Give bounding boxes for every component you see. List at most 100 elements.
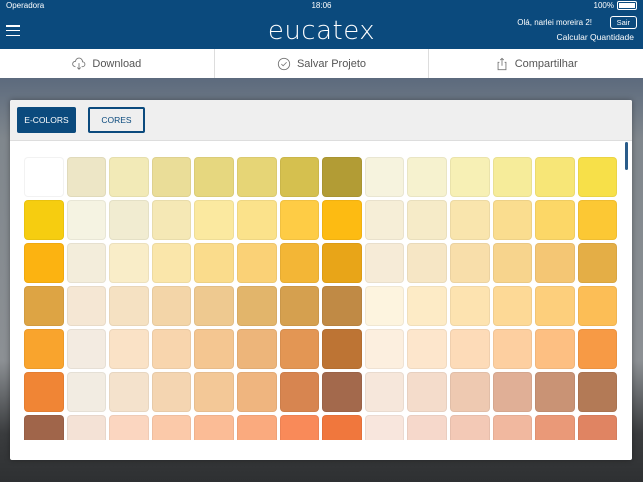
color-swatch[interactable]	[577, 200, 618, 240]
color-swatch[interactable]	[236, 200, 277, 240]
color-swatch[interactable]	[24, 200, 64, 240]
scrollbar[interactable]	[625, 142, 628, 170]
color-swatch[interactable]	[151, 415, 192, 440]
color-swatch[interactable]	[407, 243, 447, 283]
color-swatch[interactable]	[194, 329, 234, 369]
color-swatch[interactable]	[407, 200, 447, 240]
color-swatch[interactable]	[364, 372, 405, 412]
color-swatch[interactable]	[577, 157, 618, 197]
color-swatch[interactable]	[151, 157, 192, 197]
color-swatch[interactable]	[322, 415, 362, 440]
color-swatch[interactable]	[151, 200, 192, 240]
color-swatch[interactable]	[364, 415, 405, 440]
color-swatch[interactable]	[279, 200, 320, 240]
color-swatch[interactable]	[577, 329, 618, 369]
color-swatch[interactable]	[279, 372, 320, 412]
color-swatch[interactable]	[577, 243, 618, 283]
color-swatch[interactable]	[322, 372, 362, 412]
color-swatch[interactable]	[364, 243, 405, 283]
color-swatch[interactable]	[322, 329, 362, 369]
tab-cores[interactable]: CORES	[88, 107, 145, 133]
color-swatch[interactable]	[66, 415, 107, 440]
color-swatch[interactable]	[449, 286, 490, 326]
color-swatch[interactable]	[322, 243, 362, 283]
color-swatch[interactable]	[24, 286, 64, 326]
download-button[interactable]: Download	[0, 49, 215, 78]
color-swatch[interactable]	[407, 329, 447, 369]
color-swatch[interactable]	[109, 415, 149, 440]
color-swatch[interactable]	[449, 372, 490, 412]
color-swatch[interactable]	[194, 415, 234, 440]
color-swatch[interactable]	[236, 329, 277, 369]
color-swatch[interactable]	[492, 200, 533, 240]
color-swatch[interactable]	[24, 415, 64, 440]
color-swatch[interactable]	[24, 157, 64, 197]
color-swatch[interactable]	[364, 329, 405, 369]
logout-button[interactable]: Sair	[609, 16, 637, 29]
color-swatch[interactable]	[492, 415, 533, 440]
calculate-quantity-link[interactable]: Calcular Quantidade	[557, 32, 635, 42]
color-swatch[interactable]	[449, 200, 490, 240]
color-swatch[interactable]	[24, 329, 64, 369]
color-swatch[interactable]	[407, 286, 447, 326]
share-button[interactable]: Compartilhar	[429, 49, 643, 78]
color-swatch[interactable]	[322, 200, 362, 240]
color-swatch[interactable]	[577, 286, 618, 326]
color-swatch[interactable]	[535, 415, 575, 440]
color-swatch[interactable]	[279, 286, 320, 326]
color-swatch[interactable]	[66, 157, 107, 197]
color-swatch[interactable]	[151, 243, 192, 283]
color-swatch[interactable]	[492, 286, 533, 326]
color-swatch[interactable]	[535, 157, 575, 197]
color-swatch[interactable]	[236, 372, 277, 412]
color-swatch[interactable]	[24, 372, 64, 412]
color-swatch[interactable]	[109, 372, 149, 412]
color-swatch[interactable]	[279, 157, 320, 197]
color-swatch[interactable]	[492, 372, 533, 412]
color-swatch[interactable]	[109, 157, 149, 197]
tab-e-colors[interactable]: E-COLORS	[17, 107, 76, 133]
color-swatch[interactable]	[279, 243, 320, 283]
color-swatch[interactable]	[151, 329, 192, 369]
color-swatch[interactable]	[535, 372, 575, 412]
color-swatch[interactable]	[322, 157, 362, 197]
color-swatch[interactable]	[577, 415, 618, 440]
color-swatch[interactable]	[364, 157, 405, 197]
color-swatch[interactable]	[151, 372, 192, 412]
color-swatch[interactable]	[492, 157, 533, 197]
color-swatch[interactable]	[279, 329, 320, 369]
color-swatch[interactable]	[236, 286, 277, 326]
color-swatch[interactable]	[407, 415, 447, 440]
color-swatch[interactable]	[66, 200, 107, 240]
color-swatch[interactable]	[66, 372, 107, 412]
color-swatch[interactable]	[407, 372, 447, 412]
color-swatch[interactable]	[492, 329, 533, 369]
color-swatch[interactable]	[109, 243, 149, 283]
color-swatch[interactable]	[449, 157, 490, 197]
color-swatch[interactable]	[449, 243, 490, 283]
color-swatch[interactable]	[407, 157, 447, 197]
color-swatch[interactable]	[449, 415, 490, 440]
color-swatch[interactable]	[66, 286, 107, 326]
color-swatch[interactable]	[535, 329, 575, 369]
color-swatch[interactable]	[492, 243, 533, 283]
color-swatch[interactable]	[109, 200, 149, 240]
color-swatch[interactable]	[279, 415, 320, 440]
color-swatch[interactable]	[194, 243, 234, 283]
color-swatch[interactable]	[66, 243, 107, 283]
color-swatch[interactable]	[109, 329, 149, 369]
color-swatch[interactable]	[535, 286, 575, 326]
color-swatch[interactable]	[364, 286, 405, 326]
color-swatch[interactable]	[449, 329, 490, 369]
save-project-button[interactable]: Salvar Projeto	[215, 49, 430, 78]
color-swatch[interactable]	[194, 372, 234, 412]
color-swatch[interactable]	[151, 286, 192, 326]
color-swatch[interactable]	[194, 200, 234, 240]
color-swatch[interactable]	[236, 415, 277, 440]
color-swatch[interactable]	[236, 243, 277, 283]
color-swatch[interactable]	[109, 286, 149, 326]
color-swatch[interactable]	[577, 372, 618, 412]
color-swatch[interactable]	[535, 243, 575, 283]
color-swatch[interactable]	[24, 243, 64, 283]
color-swatch[interactable]	[66, 329, 107, 369]
